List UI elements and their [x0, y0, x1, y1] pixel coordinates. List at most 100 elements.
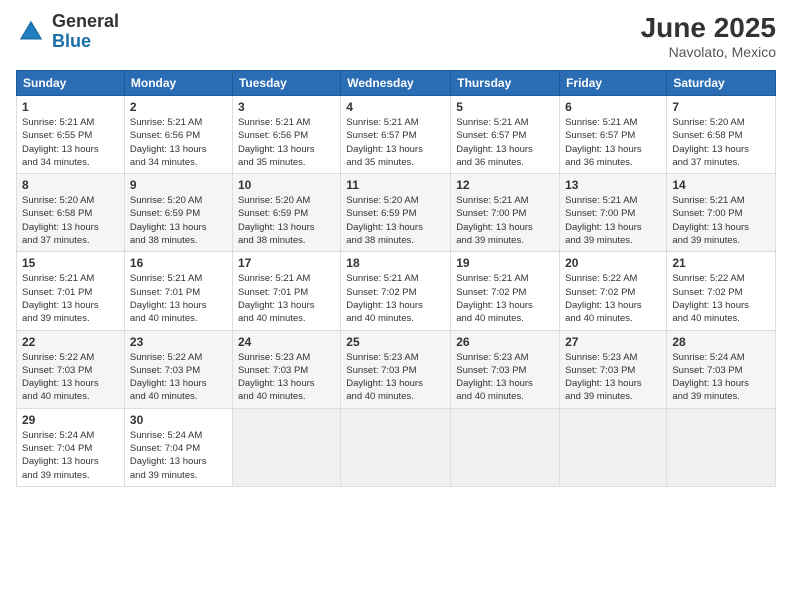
table-row: 26 Sunrise: 5:23 AM Sunset: 7:03 PM Dayl… — [451, 330, 560, 408]
day-info: Sunrise: 5:23 AM Sunset: 7:03 PM Dayligh… — [456, 351, 554, 404]
day-info: Sunrise: 5:24 AM Sunset: 7:03 PM Dayligh… — [672, 351, 770, 404]
day-info: Sunrise: 5:24 AM Sunset: 7:04 PM Dayligh… — [22, 429, 119, 482]
day-number: 11 — [346, 178, 445, 192]
table-row: 2 Sunrise: 5:21 AM Sunset: 6:56 PM Dayli… — [124, 96, 232, 174]
day-info: Sunrise: 5:23 AM Sunset: 7:03 PM Dayligh… — [238, 351, 335, 404]
day-number: 16 — [130, 256, 227, 270]
day-number: 20 — [565, 256, 661, 270]
table-row: 12 Sunrise: 5:21 AM Sunset: 7:00 PM Dayl… — [451, 174, 560, 252]
day-number: 30 — [130, 413, 227, 427]
table-row: 5 Sunrise: 5:21 AM Sunset: 6:57 PM Dayli… — [451, 96, 560, 174]
day-number: 28 — [672, 335, 770, 349]
day-info: Sunrise: 5:22 AM Sunset: 7:02 PM Dayligh… — [672, 272, 770, 325]
weekday-header-row: Sunday Monday Tuesday Wednesday Thursday… — [17, 71, 776, 96]
table-row: 18 Sunrise: 5:21 AM Sunset: 7:02 PM Dayl… — [341, 252, 451, 330]
table-row: 8 Sunrise: 5:20 AM Sunset: 6:58 PM Dayli… — [17, 174, 125, 252]
day-info: Sunrise: 5:21 AM Sunset: 7:01 PM Dayligh… — [22, 272, 119, 325]
day-info: Sunrise: 5:21 AM Sunset: 7:00 PM Dayligh… — [565, 194, 661, 247]
day-info: Sunrise: 5:21 AM Sunset: 6:56 PM Dayligh… — [130, 116, 227, 169]
table-row: 14 Sunrise: 5:21 AM Sunset: 7:00 PM Dayl… — [667, 174, 776, 252]
header: General Blue June 2025 Navolato, Mexico — [16, 12, 776, 60]
day-info: Sunrise: 5:20 AM Sunset: 6:59 PM Dayligh… — [238, 194, 335, 247]
table-row — [232, 408, 340, 486]
table-row: 20 Sunrise: 5:22 AM Sunset: 7:02 PM Dayl… — [560, 252, 667, 330]
day-info: Sunrise: 5:20 AM Sunset: 6:58 PM Dayligh… — [672, 116, 770, 169]
day-number: 17 — [238, 256, 335, 270]
table-row: 16 Sunrise: 5:21 AM Sunset: 7:01 PM Dayl… — [124, 252, 232, 330]
logo: General Blue — [16, 12, 119, 52]
header-monday: Monday — [124, 71, 232, 96]
table-row: 22 Sunrise: 5:22 AM Sunset: 7:03 PM Dayl… — [17, 330, 125, 408]
table-row: 27 Sunrise: 5:23 AM Sunset: 7:03 PM Dayl… — [560, 330, 667, 408]
day-number: 14 — [672, 178, 770, 192]
day-info: Sunrise: 5:20 AM Sunset: 6:59 PM Dayligh… — [130, 194, 227, 247]
table-row: 23 Sunrise: 5:22 AM Sunset: 7:03 PM Dayl… — [124, 330, 232, 408]
table-row: 24 Sunrise: 5:23 AM Sunset: 7:03 PM Dayl… — [232, 330, 340, 408]
day-number: 22 — [22, 335, 119, 349]
day-number: 23 — [130, 335, 227, 349]
table-row: 19 Sunrise: 5:21 AM Sunset: 7:02 PM Dayl… — [451, 252, 560, 330]
day-number: 2 — [130, 100, 227, 114]
day-number: 26 — [456, 335, 554, 349]
day-info: Sunrise: 5:21 AM Sunset: 7:02 PM Dayligh… — [346, 272, 445, 325]
location: Navolato, Mexico — [641, 44, 776, 60]
table-row — [667, 408, 776, 486]
day-number: 13 — [565, 178, 661, 192]
day-info: Sunrise: 5:21 AM Sunset: 6:55 PM Dayligh… — [22, 116, 119, 169]
day-info: Sunrise: 5:21 AM Sunset: 6:57 PM Dayligh… — [346, 116, 445, 169]
day-number: 15 — [22, 256, 119, 270]
title-block: June 2025 Navolato, Mexico — [641, 12, 776, 60]
day-number: 5 — [456, 100, 554, 114]
table-row: 17 Sunrise: 5:21 AM Sunset: 7:01 PM Dayl… — [232, 252, 340, 330]
day-number: 9 — [130, 178, 227, 192]
day-info: Sunrise: 5:22 AM Sunset: 7:03 PM Dayligh… — [130, 351, 227, 404]
table-row — [451, 408, 560, 486]
day-number: 10 — [238, 178, 335, 192]
day-info: Sunrise: 5:21 AM Sunset: 6:56 PM Dayligh… — [238, 116, 335, 169]
table-row: 6 Sunrise: 5:21 AM Sunset: 6:57 PM Dayli… — [560, 96, 667, 174]
header-saturday: Saturday — [667, 71, 776, 96]
table-row: 28 Sunrise: 5:24 AM Sunset: 7:03 PM Dayl… — [667, 330, 776, 408]
table-row: 9 Sunrise: 5:20 AM Sunset: 6:59 PM Dayli… — [124, 174, 232, 252]
day-info: Sunrise: 5:21 AM Sunset: 7:00 PM Dayligh… — [672, 194, 770, 247]
table-row: 7 Sunrise: 5:20 AM Sunset: 6:58 PM Dayli… — [667, 96, 776, 174]
day-info: Sunrise: 5:21 AM Sunset: 6:57 PM Dayligh… — [456, 116, 554, 169]
logo-general-text: General — [52, 12, 119, 32]
day-number: 21 — [672, 256, 770, 270]
table-row: 29 Sunrise: 5:24 AM Sunset: 7:04 PM Dayl… — [17, 408, 125, 486]
day-info: Sunrise: 5:23 AM Sunset: 7:03 PM Dayligh… — [346, 351, 445, 404]
day-number: 27 — [565, 335, 661, 349]
table-row: 15 Sunrise: 5:21 AM Sunset: 7:01 PM Dayl… — [17, 252, 125, 330]
day-number: 25 — [346, 335, 445, 349]
day-number: 12 — [456, 178, 554, 192]
day-number: 7 — [672, 100, 770, 114]
day-number: 19 — [456, 256, 554, 270]
logo-icon — [16, 17, 46, 47]
day-number: 4 — [346, 100, 445, 114]
header-friday: Friday — [560, 71, 667, 96]
table-row: 10 Sunrise: 5:20 AM Sunset: 6:59 PM Dayl… — [232, 174, 340, 252]
table-row — [560, 408, 667, 486]
day-info: Sunrise: 5:21 AM Sunset: 7:02 PM Dayligh… — [456, 272, 554, 325]
logo-blue-text: Blue — [52, 32, 119, 52]
header-tuesday: Tuesday — [232, 71, 340, 96]
day-number: 1 — [22, 100, 119, 114]
day-number: 3 — [238, 100, 335, 114]
day-info: Sunrise: 5:21 AM Sunset: 6:57 PM Dayligh… — [565, 116, 661, 169]
table-row: 30 Sunrise: 5:24 AM Sunset: 7:04 PM Dayl… — [124, 408, 232, 486]
table-row: 1 Sunrise: 5:21 AM Sunset: 6:55 PM Dayli… — [17, 96, 125, 174]
calendar-table: Sunday Monday Tuesday Wednesday Thursday… — [16, 70, 776, 487]
header-sunday: Sunday — [17, 71, 125, 96]
table-row: 11 Sunrise: 5:20 AM Sunset: 6:59 PM Dayl… — [341, 174, 451, 252]
day-number: 8 — [22, 178, 119, 192]
day-info: Sunrise: 5:20 AM Sunset: 6:58 PM Dayligh… — [22, 194, 119, 247]
day-number: 24 — [238, 335, 335, 349]
table-row: 13 Sunrise: 5:21 AM Sunset: 7:00 PM Dayl… — [560, 174, 667, 252]
month-year: June 2025 — [641, 12, 776, 44]
day-info: Sunrise: 5:21 AM Sunset: 7:01 PM Dayligh… — [238, 272, 335, 325]
table-row — [341, 408, 451, 486]
header-thursday: Thursday — [451, 71, 560, 96]
day-number: 29 — [22, 413, 119, 427]
table-row: 25 Sunrise: 5:23 AM Sunset: 7:03 PM Dayl… — [341, 330, 451, 408]
page: General Blue June 2025 Navolato, Mexico … — [0, 0, 792, 612]
